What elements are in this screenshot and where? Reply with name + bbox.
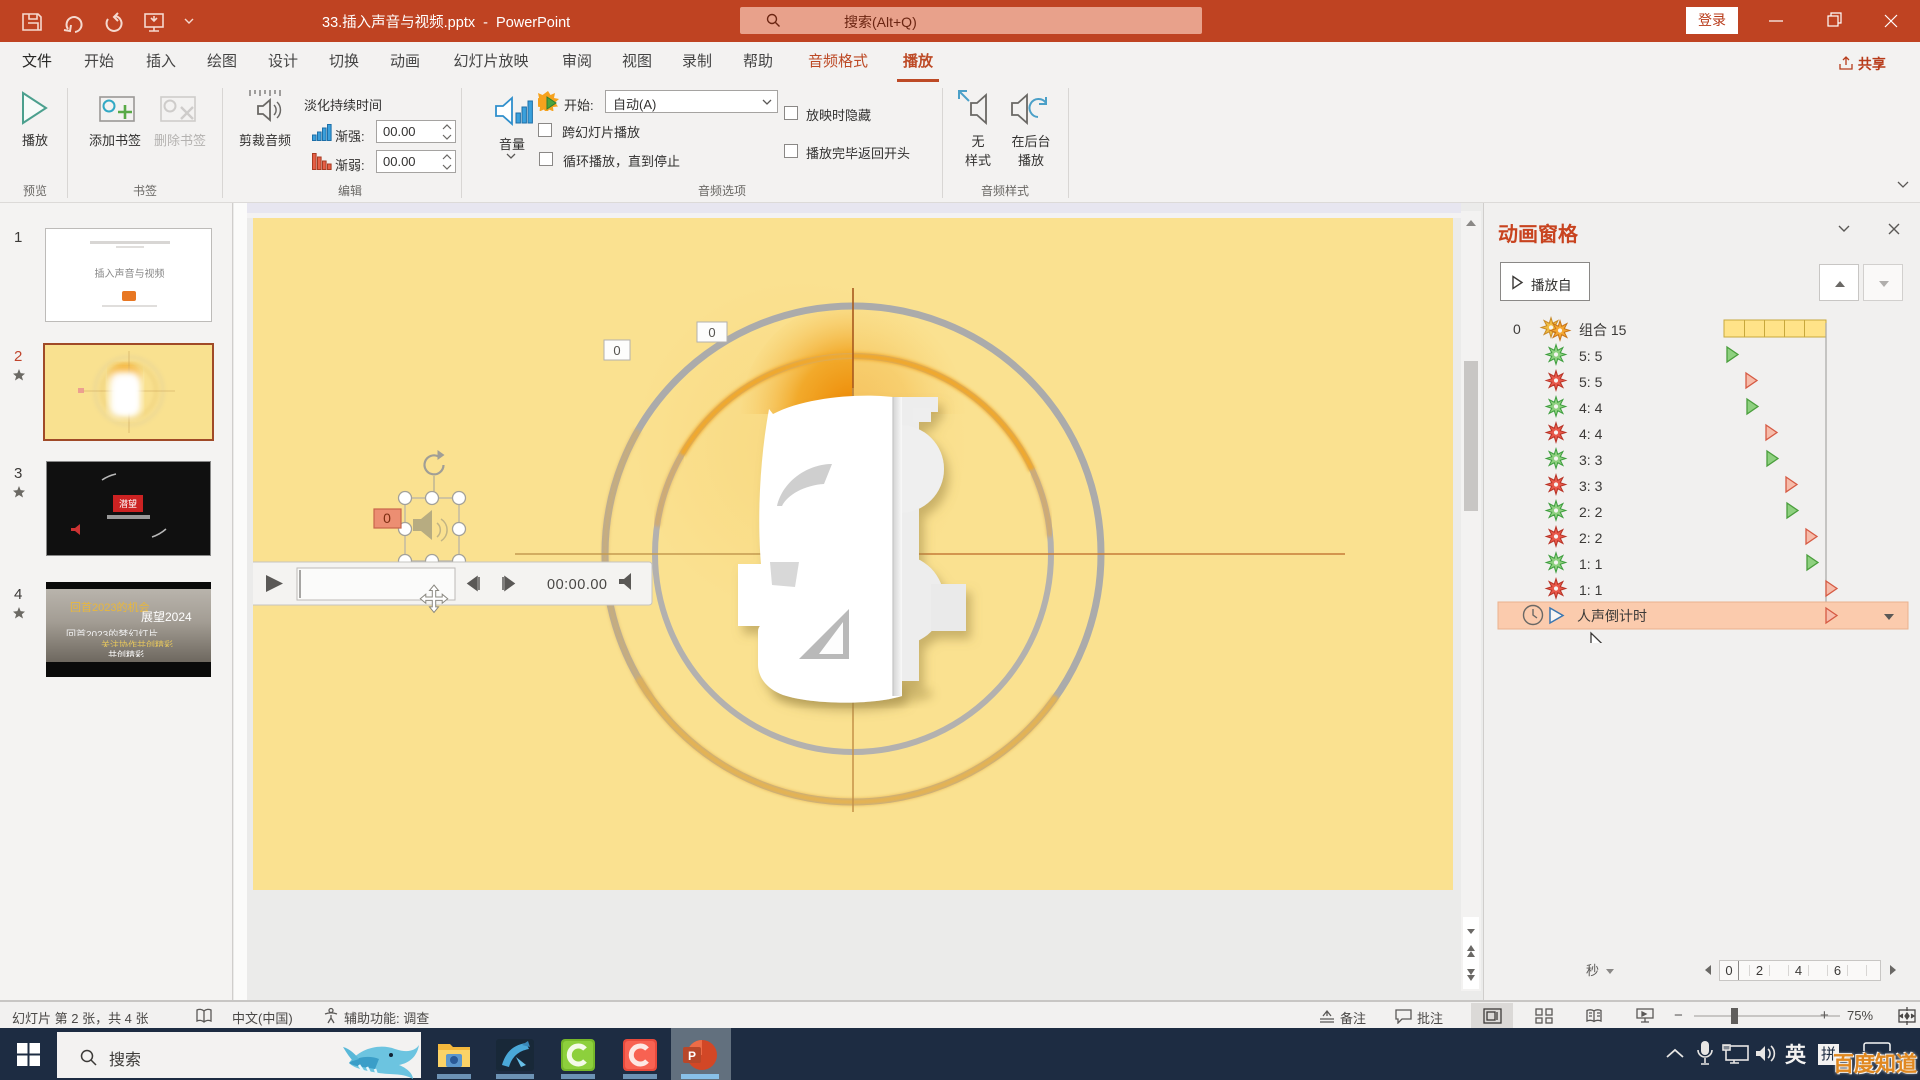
svg-text:3: 3: 3: 3 [1579, 478, 1603, 494]
svg-text:3: 3: 3: 3 [1579, 452, 1603, 468]
svg-text:2: 2: 2: 2 [1579, 530, 1603, 546]
svg-text:0: 0 [383, 510, 391, 526]
svg-text:0: 0 [613, 343, 620, 358]
svg-text:5: 5: 5: 5 [1579, 374, 1603, 390]
svg-text:组合 15: 组合 15 [1579, 322, 1627, 338]
svg-text:4: 4: 4: 4 [1579, 426, 1603, 442]
svg-text:1: 1: 1: 1 [1579, 556, 1603, 572]
svg-text:4: 4: 4: 4 [1579, 400, 1603, 416]
svg-text:1: 1: 1: 1 [1579, 582, 1603, 598]
svg-text:5: 5: 5: 5 [1579, 348, 1603, 364]
svg-text:00:00.00: 00:00.00 [547, 577, 607, 593]
svg-text:P: P [688, 1049, 696, 1063]
svg-text:人声倒计时: 人声倒计时 [1577, 608, 1647, 624]
svg-text:0: 0 [1513, 321, 1521, 337]
svg-text:2: 2: 2: 2 [1579, 504, 1603, 520]
svg-text:潜望: 潜望 [119, 498, 137, 509]
svg-text:0: 0 [708, 325, 715, 340]
